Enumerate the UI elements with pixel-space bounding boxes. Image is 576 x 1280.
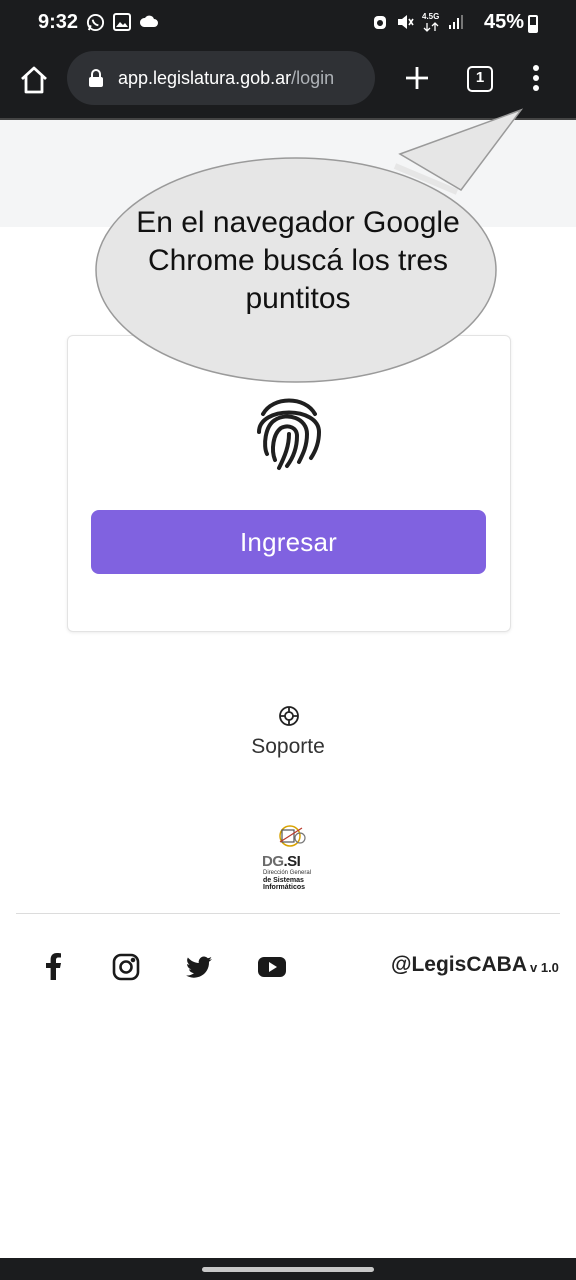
footer-divider <box>16 913 560 914</box>
support-link[interactable]: Soporte <box>0 735 576 759</box>
dgsi-brand: DG.SI <box>262 853 301 870</box>
address-bar[interactable]: app.legislatura.gob.ar/login <box>67 51 375 105</box>
dgsi-logo: DG.SI Dirección General de Sistemas Info… <box>262 822 320 894</box>
url-host: app.legislatura.gob.ar <box>118 67 292 88</box>
home-icon[interactable] <box>18 64 50 96</box>
mute-icon <box>398 15 414 29</box>
gesture-handle[interactable] <box>202 1267 374 1272</box>
dgsi-line-2: de Sistemas <box>263 877 304 884</box>
instagram-icon[interactable] <box>111 952 141 982</box>
clock: 9:32 <box>38 11 79 33</box>
dgsi-emblem-icon <box>279 825 306 847</box>
network-type-label: 4.5G <box>422 12 440 21</box>
app-version: v 1.0 <box>530 960 559 975</box>
youtube-icon[interactable] <box>257 952 287 982</box>
lifebuoy-icon[interactable] <box>278 705 300 727</box>
tab-switcher-button[interactable]: 1 <box>467 66 493 92</box>
image-icon <box>113 13 131 31</box>
whatsapp-icon <box>86 13 105 32</box>
signal-icon <box>449 15 463 29</box>
social-handle: @LegisCABA <box>391 953 527 976</box>
callout-text: En el navegador Google Chrome buscá los … <box>136 206 460 315</box>
url-path: /login <box>291 67 335 88</box>
dgsi-line-1: Dirección General <box>263 870 312 876</box>
twitter-icon[interactable] <box>184 952 214 982</box>
data-arrows-icon <box>423 22 439 32</box>
lock-icon <box>89 69 103 87</box>
ingresar-button[interactable]: Ingresar <box>91 510 486 574</box>
system-nav-bar <box>0 1258 576 1280</box>
battery-percent: 45% <box>483 11 524 33</box>
status-bar: 9:32 4.5G 45% <box>0 0 576 46</box>
dgsi-line-3: Informáticos <box>263 884 306 891</box>
fingerprint-icon <box>257 398 322 470</box>
alarm-icon <box>374 16 386 29</box>
cloud-icon <box>139 15 158 27</box>
url-text: app.legislatura.gob.ar/login <box>118 68 334 89</box>
battery-icon <box>528 15 538 33</box>
facebook-icon[interactable] <box>39 952 69 982</box>
new-tab-icon[interactable] <box>403 64 431 92</box>
three-dots-menu-icon[interactable] <box>530 65 542 95</box>
